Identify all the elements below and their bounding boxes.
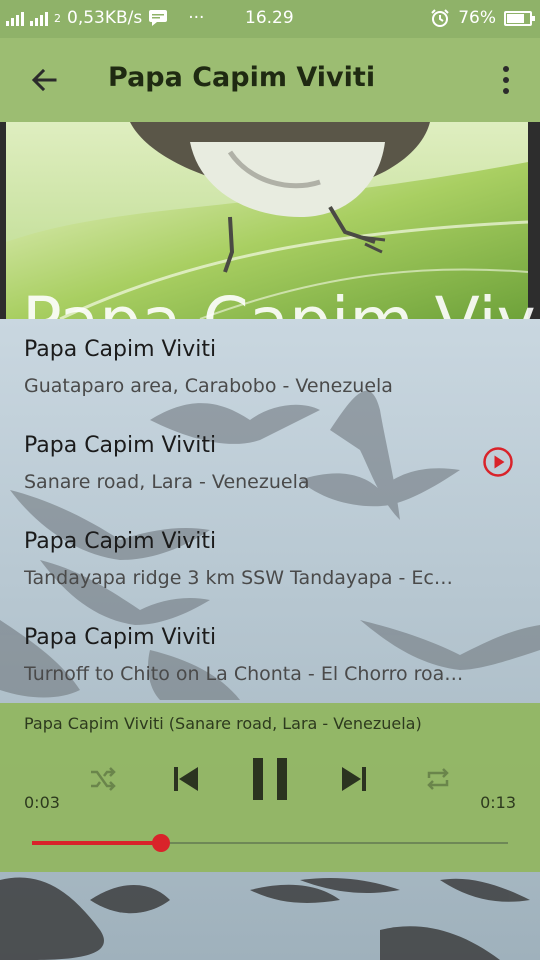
overflow-notifications: ··· [188,8,205,28]
status-time: 16.29 [245,8,294,28]
overflow-menu-button[interactable] [486,58,526,102]
list-item[interactable]: Papa Capim Viviti Sanare road, Lara - Ve… [0,415,540,511]
track-title: Papa Capim Viviti [24,625,217,650]
status-bar: 2 0,53KB/s ··· 16.29 76% [0,0,540,38]
repeat-icon [427,768,449,790]
skip-next-icon [342,767,366,791]
play-circle-icon[interactable] [482,446,514,478]
track-location: Guataparo area, Carabobo - Venezuela [24,375,393,397]
seek-thumb[interactable] [151,834,170,852]
track-location: Sanare road, Lara - Venezuela [24,471,310,493]
battery-icon [504,10,535,26]
list-item[interactable]: Papa Capim Viviti Guataparo area, Carabo… [0,319,540,415]
seek-bar[interactable] [32,833,508,853]
track-list: Papa Capim Viviti Guataparo area, Carabo… [0,319,540,703]
shuffle-button[interactable] [82,759,122,799]
skip-previous-icon [174,767,198,791]
now-playing-label: Papa Capim Viviti (Sanare road, Lara - V… [24,714,422,733]
data-speed: 0,53KB/s [67,8,143,28]
alarm-icon [431,9,449,27]
total-time: 0:13 [480,793,516,812]
page-title: Papa Capim Viviti [108,62,376,93]
status-right: 76% [430,8,535,28]
status-left: 2 0,53KB/s ··· [6,8,204,28]
app-toolbar: Papa Capim Viviti [0,38,540,122]
arrow-back-icon [31,68,57,92]
battery-percent: 76% [458,8,496,28]
more-vert-icon [503,66,509,72]
track-location: Tandayapa ridge 3 km SSW Tandayapa - Ecu… [24,567,464,589]
track-title: Papa Capim Viviti [24,529,217,554]
shuffle-icon [91,767,116,791]
signal-icon-sim2 [30,10,48,26]
message-icon [149,10,168,26]
signal-icon [6,10,24,26]
repeat-button[interactable] [418,759,458,799]
header-image: Papa Capim Viviti [0,122,540,319]
image-caption: Papa Capim Viviti [22,283,540,319]
list-item[interactable]: Papa Capim Viviti Turnoff to Chito on La… [0,607,540,703]
pause-icon [253,758,287,800]
sim-label: 2 [54,11,61,25]
seek-progress [32,841,161,845]
back-button[interactable] [22,58,66,102]
pause-button[interactable] [242,751,298,807]
bird-photo: Papa Capim Viviti [0,122,540,319]
previous-button[interactable] [164,757,208,801]
bottom-background [0,872,540,960]
track-title: Papa Capim Viviti [24,337,217,362]
player-panel: Papa Capim Viviti (Sanare road, Lara - V… [0,703,540,872]
list-item[interactable]: Papa Capim Viviti Tandayapa ridge 3 km S… [0,511,540,607]
track-title: Papa Capim Viviti [24,433,217,458]
track-location: Turnoff to Chito on La Chonta - El Chorr… [24,663,464,685]
next-button[interactable] [332,757,376,801]
current-time: 0:03 [24,793,60,812]
